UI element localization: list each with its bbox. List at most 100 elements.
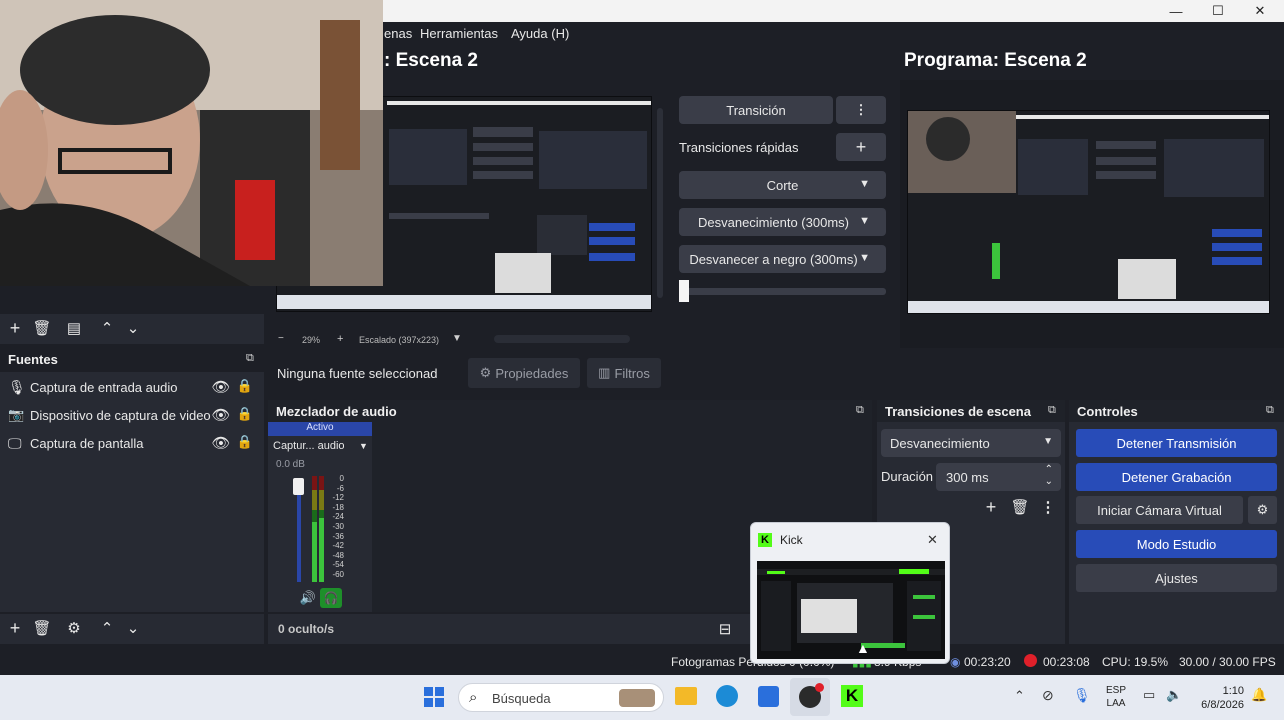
zoom-out-button[interactable]: − xyxy=(278,333,284,344)
meter-scale-tick: -48 xyxy=(332,550,344,560)
gear-icon[interactable]: ⚙ xyxy=(65,618,83,638)
visibility-eye-icon[interactable]: 👁 xyxy=(211,434,230,452)
move-scene-up-icon[interactable]: ⌃ xyxy=(98,318,116,338)
obs-taskbar-item[interactable] xyxy=(790,678,830,716)
stream-icon: ◉ xyxy=(950,655,961,669)
meter-scale-tick: -30 xyxy=(332,521,344,531)
transition-type-select[interactable]: Desvanecimiento ▼ xyxy=(881,429,1061,457)
keyboard-layout: LAA xyxy=(1106,698,1126,709)
taskbar-search-box[interactable]: ⌕ Búsqueda xyxy=(458,683,664,712)
add-scene-icon[interactable]: + xyxy=(6,318,24,338)
cpu-usage: CPU: 19.5% xyxy=(1102,655,1169,669)
lock-icon[interactable]: 🔒 xyxy=(236,378,254,394)
zoom-in-button[interactable]: + xyxy=(337,333,343,345)
remove-scene-icon[interactable]: 🗑 xyxy=(32,318,51,338)
undock-icon[interactable]: ⧉ xyxy=(246,352,254,365)
transition-button[interactable]: Transición xyxy=(679,96,833,124)
start-virtual-camera-button[interactable]: Iniciar Cámara Virtual xyxy=(1076,496,1243,524)
preview-vertical-scrollbar[interactable] xyxy=(657,108,663,298)
microphone-tray-icon[interactable]: 🎙 xyxy=(1073,687,1091,704)
move-scene-down-icon[interactable]: ⌄ xyxy=(124,318,142,338)
undock-icon[interactable]: ⧉ xyxy=(856,404,864,417)
properties-button[interactable]: ⚙ Propiedades xyxy=(468,358,580,388)
quick-transition-fade[interactable]: Desvanecimiento (300ms) ▼ xyxy=(679,208,886,236)
add-quick-transition-button[interactable]: + xyxy=(836,133,886,161)
meter-scale-tick: -18 xyxy=(332,502,344,512)
source-item[interactable]: 🎙 Captura de entrada audio xyxy=(8,376,177,398)
preview-scrollbar[interactable] xyxy=(494,335,630,343)
undock-icon[interactable]: ⧉ xyxy=(1048,404,1056,417)
windows-start-icon[interactable] xyxy=(424,687,444,707)
lock-icon[interactable]: 🔒 xyxy=(236,434,254,450)
file-explorer-icon[interactable] xyxy=(675,687,697,705)
scene-filters-icon[interactable]: ▤ xyxy=(65,318,83,338)
active-badge: Activo xyxy=(268,422,372,436)
show-hidden-icons-icon[interactable]: ⌃ xyxy=(1014,688,1025,704)
recording-dot-icon xyxy=(815,683,824,692)
gear-icon: ⚙ xyxy=(1256,502,1269,517)
properties-label: Propiedades xyxy=(495,365,569,381)
undock-icon[interactable]: ⧉ xyxy=(1266,404,1274,417)
stop-recording-button[interactable]: Detener Grabación xyxy=(1076,463,1277,491)
visibility-eye-icon[interactable]: 👁 xyxy=(211,406,230,424)
channel-db: 0.0 dB xyxy=(276,459,305,470)
quick-transition-fade-black[interactable]: Desvanecer a negro (300ms) ▼ xyxy=(679,245,886,273)
status-bar xyxy=(0,648,1284,675)
virtual-camera-settings-button[interactable]: ⚙ xyxy=(1248,496,1277,524)
record-icon xyxy=(1024,654,1037,667)
chevron-down-icon: ▼ xyxy=(1043,436,1053,447)
menu-scenes[interactable]: enas xyxy=(384,26,412,41)
headphones-icon[interactable]: 🎧 xyxy=(320,588,342,608)
stop-streaming-button[interactable]: Detener Transmisión xyxy=(1076,429,1277,457)
remove-transition-icon[interactable]: 🗑 xyxy=(1010,497,1029,517)
move-source-down-icon[interactable]: ⌄ xyxy=(124,618,142,638)
network-icon[interactable]: ⊘ xyxy=(1042,687,1054,704)
scene-transitions-header: Transiciones de escena xyxy=(877,400,1065,422)
settings-button[interactable]: Ajustes xyxy=(1076,564,1277,592)
filters-button[interactable]: ▥ Filtros xyxy=(587,358,661,388)
source-name: Dispositivo de captura de video xyxy=(30,407,211,423)
source-name: Captura de pantalla xyxy=(30,435,144,451)
menu-tools[interactable]: Herramientas xyxy=(420,26,498,41)
lock-icon[interactable]: 🔒 xyxy=(236,406,254,422)
edge-browser-icon[interactable] xyxy=(716,685,738,707)
remove-source-icon[interactable]: 🗑 xyxy=(32,618,51,638)
duration-input[interactable]: 300 ms ⌃ ⌄ xyxy=(936,463,1061,491)
spinner-icon[interactable]: ⌃ ⌄ xyxy=(1045,464,1053,488)
kick-window-preview[interactable]: K Kick ✕ xyxy=(750,522,950,664)
add-transition-icon[interactable]: + xyxy=(982,497,1000,517)
scale-dropdown-icon[interactable]: ▼ xyxy=(452,333,462,344)
volume-slider-handle[interactable] xyxy=(293,478,304,495)
channel-menu-icon[interactable]: ▼ xyxy=(359,441,368,451)
visibility-eye-icon[interactable]: 👁 xyxy=(211,378,230,396)
close-button[interactable]: ✕ xyxy=(1238,0,1282,22)
meter-scale-tick: -24 xyxy=(332,512,344,522)
minimize-button[interactable]: — xyxy=(1154,0,1198,22)
close-preview-icon[interactable]: ✕ xyxy=(927,532,938,548)
source-item[interactable]: 🖵 Captura de pantalla xyxy=(8,432,143,454)
move-source-up-icon[interactable]: ⌃ xyxy=(98,618,116,638)
studio-mode-button[interactable]: Modo Estudio xyxy=(1076,530,1277,558)
channel-name: Captur... audio xyxy=(273,440,345,452)
source-item[interactable]: 📷 Dispositivo de captura de video xyxy=(8,404,211,426)
mixer-layout-icon[interactable]: ⊟ xyxy=(716,619,734,639)
notification-bell-icon[interactable]: 🔔 xyxy=(1251,687,1267,703)
menu-help[interactable]: Ayuda (H) xyxy=(511,26,569,41)
store-icon[interactable] xyxy=(758,686,779,707)
kick-preview-title: Kick xyxy=(780,533,803,547)
clock[interactable]: 1:10 6/8/2026 xyxy=(1190,684,1244,712)
transition-menu-icon[interactable]: ⋮ xyxy=(1039,497,1057,517)
volume-icon[interactable]: 🔈 xyxy=(1166,687,1182,703)
speaker-icon[interactable]: 🔊 xyxy=(299,589,317,607)
maximize-button[interactable]: ☐ xyxy=(1196,0,1240,22)
quick-transition-cut[interactable]: Corte ▼ xyxy=(679,171,886,199)
display-icon[interactable]: ▭ xyxy=(1143,687,1155,703)
t-bar-handle[interactable] xyxy=(679,280,689,302)
language-indicator[interactable]: ESP LAA xyxy=(1106,684,1126,710)
mixer-title: Mezclador de audio xyxy=(276,403,397,419)
kick-app-icon[interactable]: K xyxy=(841,685,863,707)
transition-menu-button[interactable]: ⋮ xyxy=(836,96,886,124)
add-source-icon[interactable]: + xyxy=(6,618,24,638)
t-bar-track[interactable] xyxy=(679,288,886,295)
chevron-down-icon: ▼ xyxy=(859,215,870,227)
